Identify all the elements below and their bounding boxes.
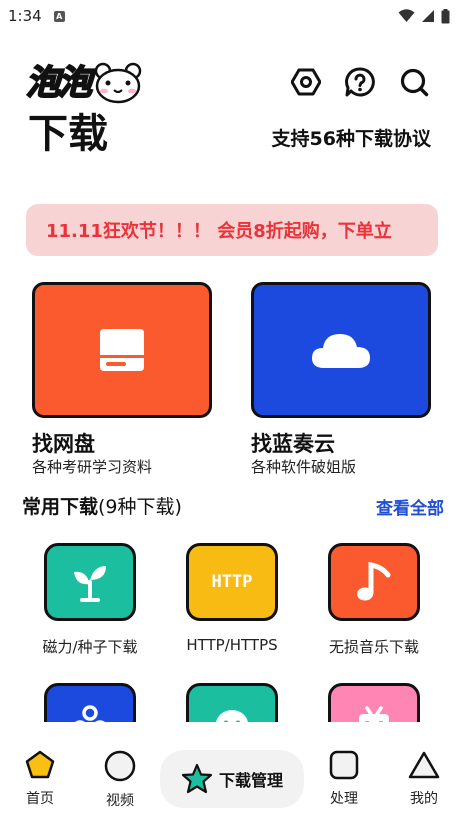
status-time: 1:34 [8,7,42,25]
magnet-torrent-tile[interactable] [44,543,136,621]
tab-process[interactable]: 处理 [314,750,374,808]
brand-name: 泡泡 [25,63,93,103]
hard-drive-icon [100,329,144,371]
help-chat-icon [345,67,375,97]
battery-icon [441,8,450,23]
http-icon: HTTP [211,572,253,592]
star-icon [181,763,213,794]
section-title-main: 常用下载 [22,496,99,518]
notification-app-icon: A [53,10,65,22]
feature-title-netdisk: 找网盘 [32,432,95,456]
brand-logo: 泡泡 [25,62,142,104]
help-button[interactable] [344,66,376,98]
view-all-link[interactable]: 查看全部 [376,494,444,519]
section-title-count: (9种下载) [98,496,182,518]
tab-label-download-manager: 下载管理 [218,771,283,790]
pentagon-icon [25,750,55,779]
protocols-text: 支持56种下载协议 [271,128,431,150]
tab-home[interactable]: 首页 [10,750,70,808]
cellular-signal-icon [422,10,434,22]
promo-banner[interactable]: 11.11狂欢节！！！ 会员8折起购，下单立 [26,204,438,256]
triangle-icon [408,751,440,779]
tab-label-video: 视频 [106,793,134,809]
section-title: 常用下载(9种下载) [22,492,182,519]
http-https-tile[interactable]: HTTP [186,543,278,621]
tool-label-music: 无损音乐下载 [328,638,419,656]
tab-label-home: 首页 [26,791,54,807]
header-actions [290,66,430,98]
status-indicators [398,8,450,24]
feature-title-lanzou: 找蓝奏云 [251,432,335,456]
page-title: 下载 [28,111,108,157]
tool-label-magnet: 磁力/种子下载 [42,638,138,656]
sprout-icon [74,566,106,602]
status-bar: 1:34 A [0,0,464,32]
tab-label-mine: 我的 [410,791,438,807]
square-icon [329,750,359,780]
search-icon [400,68,429,97]
feature-subtitle-netdisk: 各种考研学习资料 [32,458,153,476]
bottom-tab-bar: 首页 视频 下载管理 处理 我的 [0,722,464,824]
tab-label-process: 处理 [330,791,358,807]
tab-video[interactable]: 视频 [90,750,150,810]
wifi-icon [398,9,415,22]
feature-subtitle-lanzou: 各种软件破姐版 [251,458,357,476]
lossless-music-tile[interactable] [328,543,420,621]
tab-mine[interactable]: 我的 [394,750,454,808]
settings-button[interactable] [290,66,322,98]
bear-mascot-icon [94,62,142,104]
circle-icon [104,750,136,782]
cloud-icon [312,334,370,368]
search-button[interactable] [398,66,430,98]
tool-label-http: HTTP/HTTPS [186,636,278,654]
find-netdisk-card[interactable] [32,282,212,418]
tab-download-manager[interactable]: 下载管理 [160,750,304,808]
music-note-icon [357,562,391,601]
find-lanzou-card[interactable] [251,282,431,418]
promo-text: 11.11狂欢节！！！ 会员8折起购，下单立 [46,221,392,242]
settings-hex-icon [291,68,321,96]
